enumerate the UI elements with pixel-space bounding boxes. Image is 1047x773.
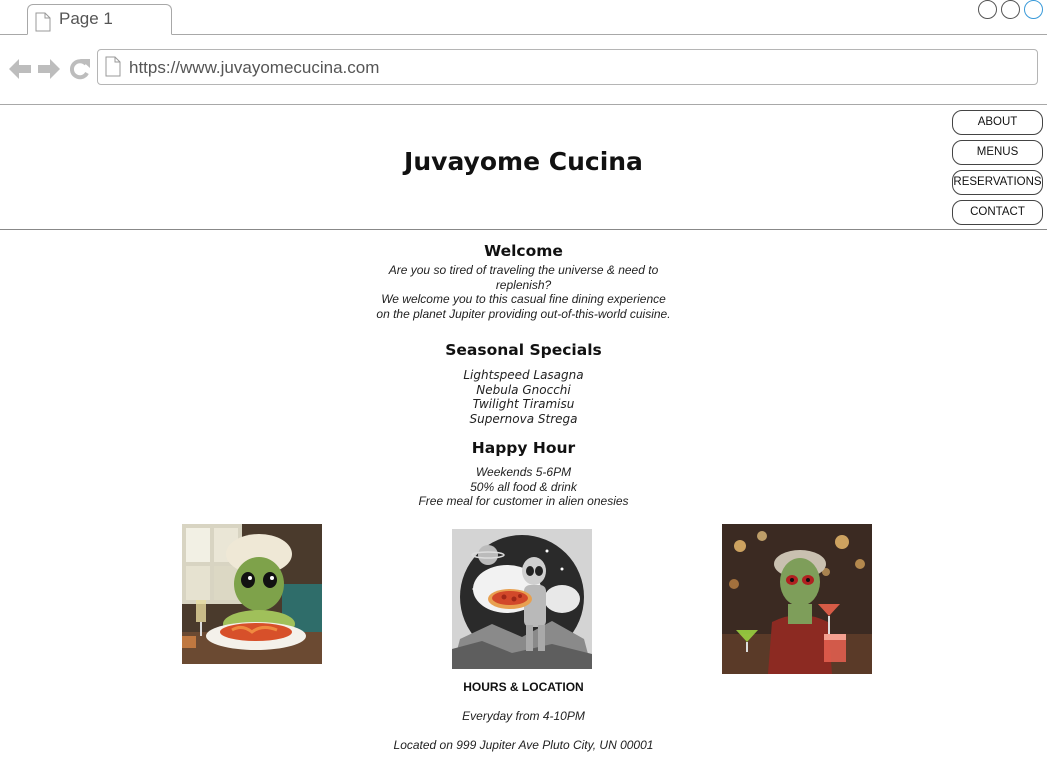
- welcome-text-2: We welcome you to this casual fine dinin…: [376, 292, 671, 321]
- astronaut-alien-holding-pizza-image: [452, 529, 592, 669]
- back-arrow-icon[interactable]: [7, 55, 33, 83]
- happy-hour-heading: Happy Hour: [471, 439, 576, 457]
- main-content: Welcome Are you so tired of traveling th…: [0, 230, 1047, 509]
- nav-reservations-button[interactable]: RESERVATIONS: [952, 170, 1043, 195]
- alien-chef-eating-spaghetti-image: [182, 524, 322, 664]
- special-item: Nebula Gnocchi: [476, 382, 571, 397]
- page-icon: [35, 12, 51, 37]
- happy-hour-line: Weekends 5-6PM: [475, 465, 572, 479]
- hours-location-heading: HOURS & LOCATION: [463, 680, 584, 694]
- welcome-text-1: Are you so tired of traveling the univer…: [388, 263, 659, 292]
- hours-text: Everyday from 4-10PM: [462, 709, 585, 723]
- maximize-button[interactable]: [1001, 0, 1020, 19]
- forward-arrow-icon[interactable]: [36, 55, 62, 83]
- specials-list: Lightspeed Lasagna Nebula Gnocchi Twilig…: [0, 368, 1047, 426]
- specials-heading: Seasonal Specials: [445, 341, 602, 359]
- minimize-button[interactable]: [978, 0, 997, 19]
- nav-menus-button[interactable]: MENUS: [952, 140, 1043, 165]
- location-text: Located on 999 Jupiter Ave Pluto City, U…: [393, 738, 654, 752]
- nav-contact-button[interactable]: CONTACT: [952, 200, 1043, 225]
- browser-window: Page 1 https://www.juvayomecucina.com Ju…: [0, 0, 1047, 773]
- site-title: Juvayome Cucina: [404, 147, 643, 176]
- tab-title: Page 1: [59, 9, 113, 28]
- welcome-heading: Welcome: [484, 242, 563, 260]
- site-nav-menu: ABOUT MENUS RESERVATIONS CONTACT: [952, 110, 1043, 230]
- url-text: https://www.juvayomecucina.com: [129, 58, 380, 77]
- close-button[interactable]: [1024, 0, 1043, 19]
- tab-bar: Page 1: [0, 0, 1047, 35]
- special-item: Twilight Tiramisu: [472, 397, 575, 411]
- special-item: Lightspeed Lasagna: [463, 368, 584, 382]
- nav-about-button[interactable]: ABOUT: [952, 110, 1043, 135]
- url-field[interactable]: https://www.juvayomecucina.com: [97, 49, 1038, 85]
- site-header: Juvayome Cucina ABOUT MENUS RESERVATIONS…: [0, 105, 1047, 230]
- special-item: Supernova Strega: [469, 411, 578, 426]
- browser-tab[interactable]: Page 1: [27, 4, 172, 35]
- happy-hour-line: 50% all food & drink: [470, 479, 577, 494]
- page-icon: [105, 56, 121, 82]
- alien-waitress-with-cocktails-image: [722, 524, 872, 674]
- window-controls: [978, 0, 1043, 19]
- reload-icon[interactable]: [66, 55, 92, 83]
- happy-hour-line: Free meal for customer in alien onesies: [418, 494, 629, 508]
- address-bar-row: https://www.juvayomecucina.com: [0, 35, 1047, 105]
